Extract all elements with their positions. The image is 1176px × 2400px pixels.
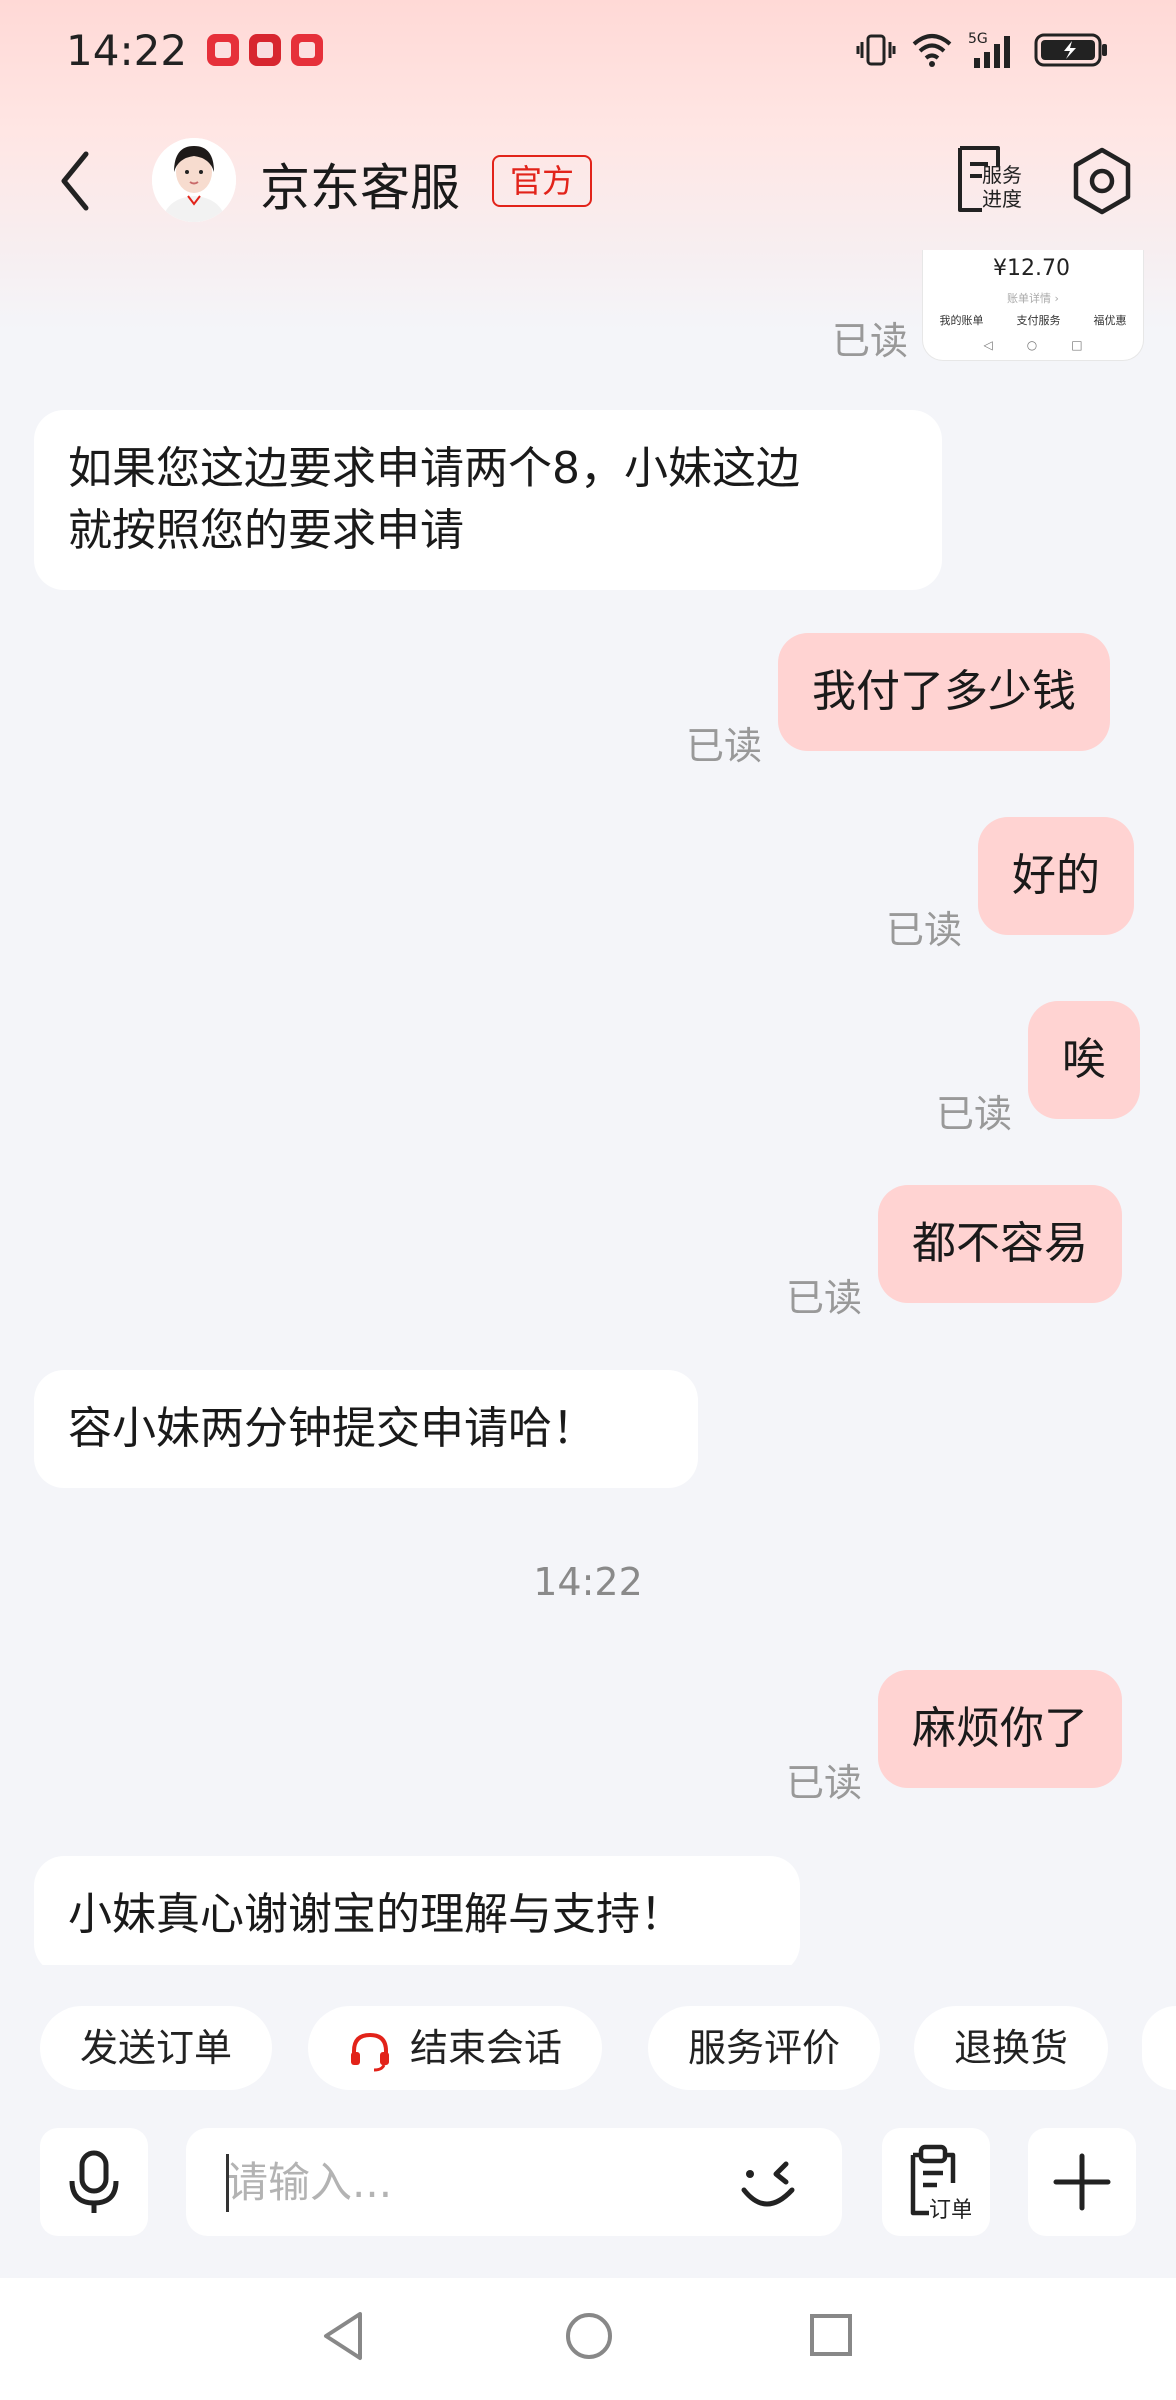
service-progress-button[interactable]: 服务 进度	[952, 144, 1030, 216]
send-order-chip[interactable]: 发送订单	[40, 2006, 273, 2090]
read-receipt: 已读	[786, 1276, 863, 1320]
settings-icon[interactable]	[1070, 146, 1134, 216]
message-text: 唉	[1062, 1034, 1106, 1085]
input-bar: 订单	[0, 2128, 1176, 2238]
book2-app-icon	[291, 34, 324, 66]
book-app-icon	[207, 34, 240, 66]
message-text: 好的	[1012, 850, 1100, 901]
incoming-message[interactable]: 小妹真心谢谢宝的理解与支持！	[34, 1856, 800, 1965]
chip-label: 服务评价	[688, 2026, 841, 2070]
battery-icon	[1034, 33, 1107, 67]
plus-icon	[1053, 2153, 1111, 2211]
wifi-icon	[912, 34, 952, 67]
service-progress-icon: 服务 进度	[958, 146, 1022, 212]
time-separator: 14:22	[533, 1560, 643, 1604]
text-caret	[226, 2154, 229, 2212]
more-chips-peek[interactable]	[1142, 2006, 1176, 2090]
outgoing-message[interactable]: 都不容易	[878, 1185, 1122, 1303]
read-receipt: 已读	[686, 724, 763, 768]
signal-5g-icon: 5G	[968, 31, 1010, 68]
read-receipt: 已读	[886, 908, 963, 952]
outgoing-message[interactable]: 我付了多少钱	[778, 633, 1110, 751]
return-exchange-chip[interactable]: 退换货	[914, 2006, 1109, 2090]
outgoing-message[interactable]: 好的	[978, 817, 1134, 935]
message-text: 麻烦你了	[912, 1703, 1088, 1754]
more-button[interactable]	[1028, 2128, 1136, 2236]
screenshot-message[interactable]: ¥12.70 账单详情 › 我的账单 支付服务 福优惠 ◁ ○ □	[923, 250, 1143, 360]
thumb-menu: 我的账单 支付服务 福优惠	[923, 312, 1143, 328]
thumb-item: 我的账单	[939, 314, 984, 327]
agent-avatar[interactable]	[152, 138, 236, 222]
nav-home-icon[interactable]	[562, 2308, 616, 2364]
incoming-message[interactable]: 容小妹两分钟提交申请哈！	[34, 1370, 698, 1488]
read-receipt: 已读	[936, 1092, 1013, 1136]
service-rating-chip[interactable]: 服务评价	[648, 2006, 881, 2090]
order-button[interactable]: 订单	[882, 2128, 990, 2236]
network-label: 5G	[968, 31, 988, 47]
thumb-nav: ◁ ○ □	[983, 338, 1083, 352]
vibrate-icon	[856, 34, 896, 66]
chat-title: 京东客服	[260, 159, 460, 217]
chip-label: 发送订单	[80, 2026, 233, 2070]
emoji-wink-icon[interactable]	[736, 2152, 804, 2216]
service-progress-label-2: 进度	[982, 187, 1022, 211]
order-label: 订单	[929, 2198, 971, 2221]
headset-icon	[351, 2032, 389, 2071]
message-text: 我付了多少钱	[812, 666, 1076, 717]
thumb-item: 福优惠	[1093, 314, 1127, 327]
chat-messages[interactable]: ¥12.70 账单详情 › 我的账单 支付服务 福优惠 ◁ ○ □ 已读 如果您这边…	[0, 250, 1176, 1965]
message-text: 就按照您的要求申请	[68, 505, 464, 556]
chip-label: 结束会话	[410, 2026, 563, 2070]
message-text: 小妹真心谢谢宝的理解与支持！	[68, 1889, 684, 1940]
agent-avatar-image	[152, 138, 236, 222]
outgoing-message[interactable]: 唉	[1028, 1001, 1140, 1119]
thumb-amount: ¥12.70	[993, 256, 1070, 281]
store-app-icon	[249, 34, 282, 66]
end-session-chip[interactable]: 结束会话	[308, 2006, 603, 2090]
read-receipt: 已读	[832, 319, 909, 363]
nav-recents-icon[interactable]	[806, 2308, 856, 2364]
message-text: 如果您这边要求申请两个8，小妹这边	[68, 443, 800, 494]
official-badge: 官方	[492, 155, 593, 207]
chat-header: 京东客服 官方 服务 进度	[0, 120, 1176, 240]
message-text: 都不容易	[912, 1218, 1088, 1269]
system-nav-bar	[0, 2278, 1176, 2400]
voice-button[interactable]	[40, 2128, 148, 2236]
chip-label: 退换货	[954, 2026, 1069, 2070]
thumb-subtitle: 账单详情 ›	[1007, 292, 1059, 305]
status-indicators: 5G	[856, 30, 1110, 70]
status-time: 14:22	[66, 25, 188, 75]
read-receipt: 已读	[786, 1761, 863, 1805]
outgoing-message[interactable]: 麻烦你了	[878, 1670, 1122, 1788]
clipboard-icon: 订单	[910, 2144, 971, 2221]
thumb-item: 支付服务	[1016, 314, 1061, 327]
status-bar: 14:22 5G	[0, 0, 1176, 100]
incoming-message[interactable]: 如果您这边要求申请两个8，小妹这边 就按照您的要求申请	[34, 410, 942, 590]
quick-actions-bar[interactable]: 发送订单 结束会话 服务评价 退换货	[0, 2000, 1176, 2090]
nav-back-icon[interactable]	[318, 2308, 368, 2364]
back-arrow-icon[interactable]	[52, 146, 102, 216]
status-app-icons	[207, 34, 324, 66]
service-progress-label-1: 服务	[982, 163, 1022, 187]
message-text: 容小妹两分钟提交申请哈！	[68, 1403, 596, 1454]
microphone-icon	[69, 2150, 119, 2213]
